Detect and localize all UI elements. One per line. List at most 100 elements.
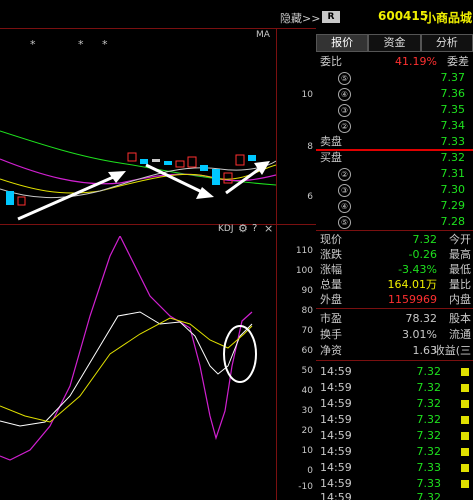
sell-level-2: ② 7.34: [316, 118, 473, 134]
info-value: 78.32: [405, 312, 438, 325]
weibi-value: 41.19%: [395, 55, 437, 68]
sell-price: 7.37: [440, 71, 466, 84]
trade-row: 14:59 7.33: [316, 460, 473, 476]
info-key: 净资: [320, 344, 342, 357]
candle: [6, 191, 14, 205]
quote-tabs: 报价 资金 分析: [316, 34, 473, 52]
ma-line-magenta: [0, 158, 276, 185]
price-tick: 10: [301, 90, 313, 100]
kdj-tick: 90: [301, 286, 313, 296]
level-number: ③: [338, 104, 351, 117]
tab-quote[interactable]: 报价: [316, 34, 369, 52]
weibi-label: 委比: [320, 55, 342, 68]
kdj-tick: 100: [295, 266, 313, 276]
info-value: 7.32: [412, 233, 438, 246]
info-key2: 量比: [449, 278, 471, 291]
info-key: 涨幅: [320, 263, 342, 276]
kdj-tick: 10: [301, 446, 313, 456]
buy-level-1: 买盘 7.32: [316, 150, 473, 166]
candle: [235, 154, 245, 166]
trade-price: 7.32: [416, 381, 442, 394]
sell-price: 7.34: [440, 119, 466, 132]
level-number: ④: [338, 200, 351, 213]
level-number: ②: [338, 120, 351, 133]
price-tick: 8: [307, 142, 313, 152]
info-key2: 流通: [449, 328, 471, 341]
tab-capital[interactable]: 资金: [368, 34, 421, 52]
candle: [152, 159, 160, 162]
section-divider: [316, 308, 473, 309]
level-number: ⑤: [338, 216, 351, 229]
info-value: -0.26: [408, 248, 437, 261]
kdj-tick: 60: [301, 346, 313, 356]
trade-price: 7.32: [416, 491, 442, 500]
ma-line-green: [0, 130, 276, 186]
hide-panel-link[interactable]: 隐藏>>: [280, 10, 320, 26]
buy-price: 7.30: [440, 183, 466, 196]
trade-row: 14:59 7.32: [316, 490, 473, 500]
level-number: ④: [338, 88, 351, 101]
info-row-pct: 涨幅 -3.43% 最低: [316, 262, 473, 277]
arrow-down-annotation: [145, 163, 205, 195]
trade-price: 7.32: [416, 445, 442, 458]
trade-row: 14:59 7.32: [316, 444, 473, 460]
gear-icon[interactable]: ⚙: [238, 222, 248, 235]
sell-level-1: 卖盘 7.33: [316, 134, 473, 150]
kdj-k-line: [0, 311, 253, 427]
info-key: 总量: [320, 278, 342, 291]
candle: [223, 172, 233, 184]
circle-annotation: [223, 325, 257, 383]
trade-time: 14:59: [320, 461, 352, 474]
trade-time: 14:59: [320, 445, 352, 458]
trade-row: 14:59 7.32: [316, 412, 473, 428]
sell-price: 7.35: [440, 103, 466, 116]
sell-price: 7.36: [440, 87, 466, 100]
candle: [175, 160, 185, 168]
info-value: -3.43%: [398, 263, 437, 276]
weibi-row: 委比 41.19% 委差: [316, 54, 473, 70]
trade-price: 7.32: [416, 413, 442, 426]
kdj-tick: 70: [301, 326, 313, 336]
info-row-turnover: 换手 3.01% 流通: [316, 327, 473, 342]
candle: [212, 169, 220, 185]
kdj-tick: 80: [301, 306, 313, 316]
info-key2: 今开: [449, 233, 471, 246]
kdj-j-line: [0, 236, 253, 461]
trade-row: 14:59 7.32: [316, 364, 473, 380]
trade-volume-marker: [461, 384, 469, 392]
candle: [140, 159, 148, 164]
close-icon[interactable]: ×: [264, 222, 273, 235]
trade-time: 14:59: [320, 491, 352, 500]
info-row-price: 现价 7.32 今开: [316, 232, 473, 247]
kline-chart-area[interactable]: MA * * * KDJ ⚙ ? ×: [0, 0, 316, 500]
info-key2: 内盘: [449, 293, 471, 306]
weicha-label: 委差: [447, 55, 469, 68]
info-value: 3.01%: [402, 328, 437, 341]
trade-row: 14:59 7.32: [316, 396, 473, 412]
trade-volume-marker: [461, 480, 469, 488]
info-row-pe: 市盈 78.32 股本: [316, 311, 473, 326]
buy-price: 7.29: [440, 199, 466, 212]
trade-volume-marker: [461, 368, 469, 376]
trade-price: 7.33: [416, 461, 442, 474]
info-row-outer: 外盘 1159969 内盘: [316, 292, 473, 307]
tab-analysis[interactable]: 分析: [420, 34, 473, 52]
info-row-netasset: 净资 1.63 收益(三: [316, 343, 473, 358]
sell-price: 7.33: [440, 135, 466, 148]
level-number: ②: [338, 168, 351, 181]
kdj-tick: 30: [301, 406, 313, 416]
info-key2: 收益(三: [433, 344, 471, 357]
candle: [17, 196, 26, 206]
stock-name: 小商品城: [424, 11, 473, 25]
price-chart-svg: [0, 130, 276, 221]
buy-level-5: ⑤ 7.28: [316, 214, 473, 230]
buy-price: 7.32: [440, 151, 466, 164]
trade-time: 14:59: [320, 429, 352, 442]
help-icon[interactable]: ?: [252, 223, 257, 234]
info-key2: 最高: [449, 248, 471, 261]
price-axis: 10 8 6 110 100 90 80 70 60 50 40 30 20 1…: [276, 28, 317, 500]
buy-price: 7.31: [440, 167, 466, 180]
candle: [164, 161, 172, 165]
buy-level-4: ④ 7.29: [316, 198, 473, 214]
info-key: 现价: [320, 233, 342, 246]
